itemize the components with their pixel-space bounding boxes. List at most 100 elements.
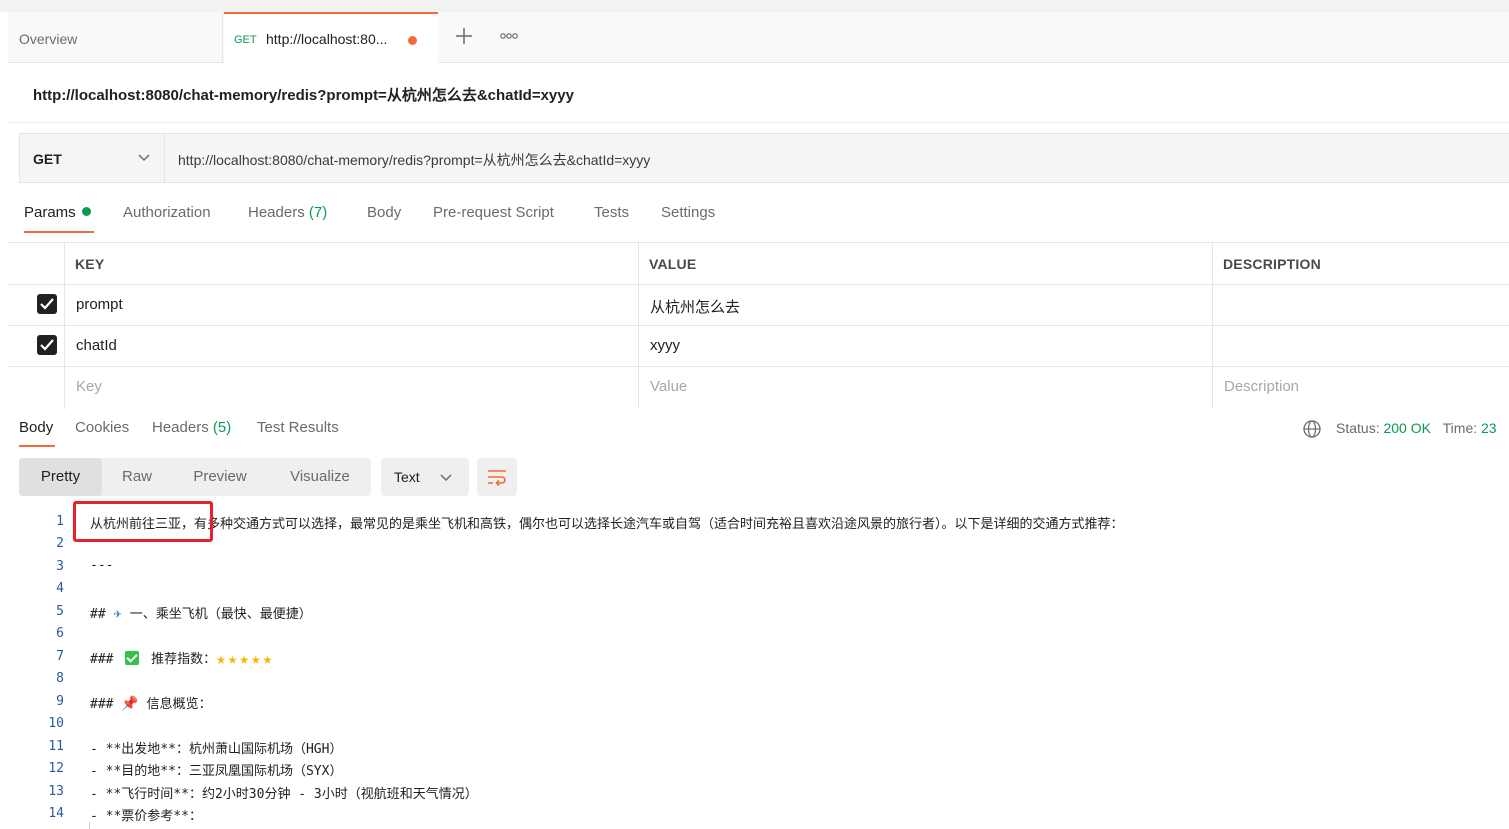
param-value[interactable]: 从杭州怎么去: [650, 296, 740, 317]
column-header-key: KEY: [75, 256, 105, 272]
param-key[interactable]: chatId: [76, 337, 117, 354]
tab-params-label: Params: [24, 204, 76, 221]
annotation-highlight-box: [73, 501, 213, 542]
tab-request-active[interactable]: GET http://localhost:80...: [224, 12, 438, 63]
view-preview-button[interactable]: Preview: [181, 458, 259, 496]
tab-overview-label: Overview: [19, 31, 78, 47]
status-value[interactable]: 200 OK: [1383, 420, 1430, 436]
wrap-lines-button[interactable]: [477, 458, 517, 496]
tab-bar: Overview GET http://localhost:80...: [8, 12, 1509, 63]
wrap-lines-icon: [488, 470, 506, 487]
column-header-value: VALUE: [649, 256, 697, 272]
globe-icon[interactable]: [1302, 419, 1322, 439]
table-row: prompt 从杭州怎么去: [8, 285, 1509, 326]
code-line: ### 推荐指数：★★★★★: [90, 648, 274, 668]
tab-body[interactable]: Body: [367, 204, 401, 221]
view-pretty-button[interactable]: Pretty: [19, 458, 102, 496]
value-input[interactable]: Value: [650, 378, 687, 395]
line-number: 13: [48, 784, 64, 799]
line-number: 14: [48, 806, 64, 821]
params-table: KEY VALUE DESCRIPTION prompt 从杭州怎么去 chat…: [8, 242, 1509, 409]
line-number: 9: [56, 694, 64, 709]
request-tabs: Params Authorization Headers (7) Body Pr…: [0, 196, 1509, 242]
time-value[interactable]: 23: [1481, 420, 1497, 436]
response-status: Status: 200 OK Time: 23: [1336, 420, 1497, 436]
code-line: - **飞行时间**：约2小时30分钟 - 3小时（视航班和天气情况）: [90, 787, 478, 802]
line-number: 10: [48, 716, 64, 731]
url-input[interactable]: http://localhost:8080/chat-memory/redis?…: [178, 150, 650, 170]
tab-tests[interactable]: Tests: [594, 204, 629, 221]
request-title[interactable]: http://localhost:8080/chat-memory/redis?…: [33, 84, 574, 105]
tab-request-title: http://localhost:80...: [266, 31, 388, 47]
chevron-down-icon: [440, 474, 452, 482]
response-tabs: Body Cookies Headers (5) Test Results St…: [0, 408, 1509, 450]
view-mode-segment: Pretty Raw Preview Visualize: [19, 458, 371, 496]
tab-headers-label: Headers: [248, 204, 305, 221]
params-tab-underline: [24, 231, 94, 233]
code-line: ### 📌 信息概览：: [90, 693, 212, 712]
tab-settings[interactable]: Settings: [661, 204, 715, 221]
view-raw-button[interactable]: Raw: [109, 458, 165, 496]
code-line: - **出发地**：杭州萧山国际机场（HGH）: [90, 742, 343, 757]
tab-cookies[interactable]: Cookies: [75, 419, 129, 436]
table-header-row: KEY VALUE DESCRIPTION: [8, 243, 1509, 285]
method-select-value: GET: [33, 151, 62, 167]
description-input[interactable]: Description: [1224, 378, 1299, 395]
code-heading-text: 一、乘坐飞机（最快、最便捷）: [129, 607, 312, 622]
code-heading-marker: ###: [90, 652, 114, 667]
status-label: Status:: [1336, 420, 1380, 436]
body-tab-underline: [19, 445, 55, 447]
table-row: chatId xyyy: [8, 326, 1509, 367]
code-heading-marker: ##: [90, 607, 106, 622]
chevron-down-icon: [138, 154, 150, 162]
line-number: 6: [56, 626, 64, 641]
tab-response-headers[interactable]: Headers (5): [152, 419, 231, 436]
pushpin-icon: 📌: [121, 696, 139, 712]
table-row-empty: Key Value Description: [8, 367, 1509, 408]
checkbox-checked-icon[interactable]: [37, 335, 57, 355]
headers-count-badge: (7): [308, 204, 328, 221]
column-header-description: DESCRIPTION: [1223, 256, 1321, 272]
request-name-header: http://localhost:8080/chat-memory/redis?…: [8, 63, 1509, 123]
response-body-editor[interactable]: 1 2 3 4 5 6 7 8 9 10 11 12 13 14 从杭州前往三亚…: [8, 508, 1509, 829]
line-number: 7: [56, 649, 64, 664]
tab-overview[interactable]: Overview: [8, 12, 223, 62]
code-line: - **票价参考**：: [90, 809, 202, 824]
params-active-dot-icon: [81, 207, 91, 216]
param-value[interactable]: xyyy: [650, 337, 680, 354]
method-select[interactable]: GET: [20, 134, 165, 182]
tab-response-body[interactable]: Body: [19, 419, 53, 436]
code-line: - **目的地**：三亚凤凰国际机场（SYX）: [90, 764, 343, 779]
key-input[interactable]: Key: [76, 378, 102, 395]
star-rating-icons: ★★★★★: [216, 649, 275, 668]
code-line: 从杭州前往三亚，有多种交通方式可以选择，最常见的是乘坐飞机和高铁，偶尔也可以选择…: [90, 517, 1124, 532]
line-number: 11: [48, 739, 64, 754]
format-select-value: Text: [394, 469, 420, 485]
line-number: 1: [56, 514, 64, 529]
checkbox-checked-icon[interactable]: [37, 294, 57, 314]
tab-headers[interactable]: Headers (7): [248, 204, 327, 221]
line-number: 12: [48, 761, 64, 776]
code-heading-marker: ###: [90, 697, 114, 712]
check-mark-icon: [125, 651, 140, 665]
airplane-icon: ✈: [113, 606, 122, 622]
window-top-strip: [0, 0, 1509, 12]
code-line: ---: [90, 558, 114, 573]
tab-response-headers-label: Headers: [152, 419, 209, 436]
tab-test-results[interactable]: Test Results: [257, 419, 339, 436]
tab-prerequest-script[interactable]: Pre-request Script: [433, 204, 554, 221]
time-label: Time:: [1442, 420, 1478, 436]
line-number: 8: [56, 671, 64, 686]
new-tab-plus-icon[interactable]: [453, 25, 475, 47]
tab-authorization[interactable]: Authorization: [123, 204, 211, 221]
tab-params[interactable]: Params: [24, 204, 91, 221]
response-headers-count-badge: (5): [212, 419, 232, 436]
format-select[interactable]: Text: [381, 458, 469, 496]
view-visualize-button[interactable]: Visualize: [275, 458, 365, 496]
line-number: 5: [56, 604, 64, 619]
more-options-icon[interactable]: [498, 28, 520, 44]
code-heading-text: 信息概览：: [146, 697, 212, 712]
line-number: 4: [56, 581, 64, 596]
code-heading-text: 推荐指数：: [151, 652, 217, 667]
param-key[interactable]: prompt: [76, 296, 123, 313]
